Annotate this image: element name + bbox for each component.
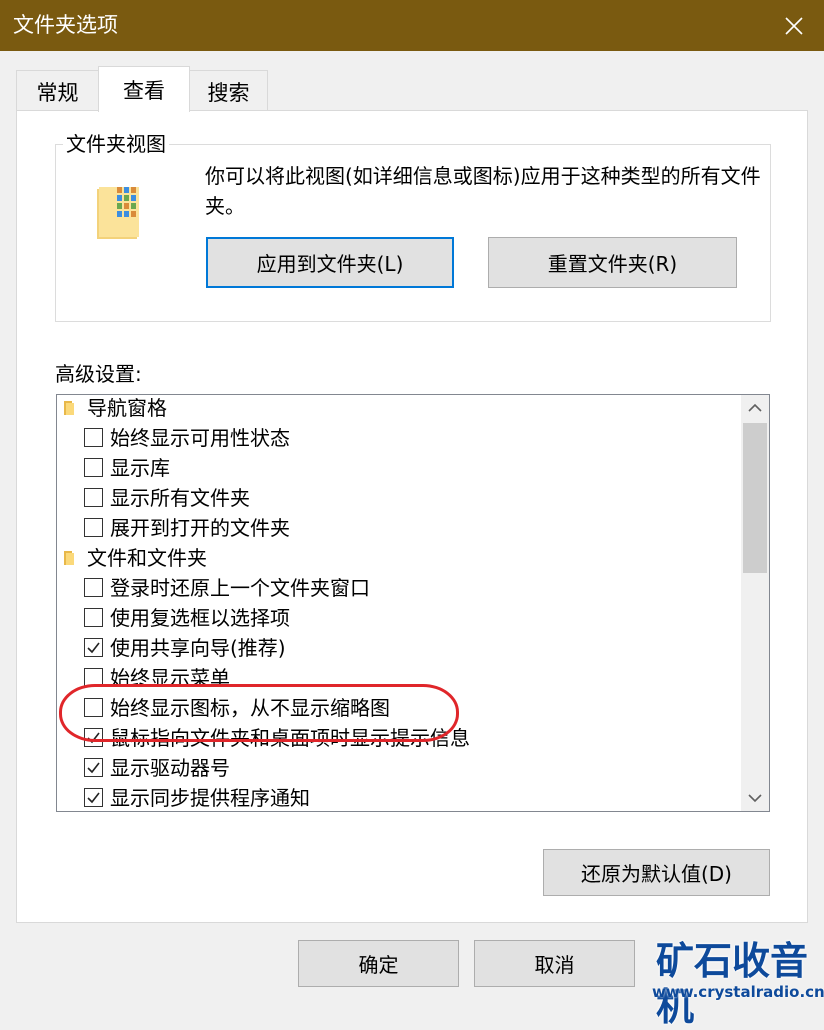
- tree-row-label: 始终显示菜单: [110, 666, 230, 690]
- restore-defaults-button[interactable]: 还原为默认值(D): [543, 849, 770, 896]
- close-button[interactable]: [764, 0, 824, 51]
- scroll-down-button[interactable]: [741, 785, 769, 811]
- tree-checkbox-row[interactable]: 显示库: [57, 453, 737, 483]
- checkbox-unchecked[interactable]: [84, 608, 103, 627]
- folder-view-icon: [97, 187, 139, 239]
- ok-button[interactable]: 确定: [298, 940, 459, 987]
- tab-view[interactable]: 查看: [98, 66, 190, 112]
- tab-general[interactable]: 常规: [16, 70, 99, 112]
- tree-checkbox-row[interactable]: 显示同步提供程序通知: [57, 783, 737, 811]
- cancel-button[interactable]: 取消: [474, 940, 635, 987]
- tree-checkbox-row[interactable]: 始终显示可用性状态: [57, 423, 737, 453]
- tree-checkbox-row[interactable]: 显示驱动器号: [57, 753, 737, 783]
- chevron-up-icon: [748, 403, 762, 412]
- checkmark-icon: [87, 732, 100, 744]
- tree-row-label: 始终显示图标，从不显示缩略图: [110, 696, 390, 720]
- tree-checkbox-row[interactable]: 使用共享向导(推荐): [57, 633, 737, 663]
- checkbox-unchecked[interactable]: [84, 428, 103, 447]
- reset-folders-button[interactable]: 重置文件夹(R): [488, 237, 737, 288]
- folder-views-description: 你可以将此视图(如详细信息或图标)应用于这种类型的所有文件夹。: [205, 164, 761, 218]
- tree-row-label: 使用共享向导(推荐): [110, 636, 286, 660]
- checkbox-unchecked[interactable]: [84, 578, 103, 597]
- checkbox-checked[interactable]: [84, 728, 103, 747]
- title-bar: 文件夹选项: [0, 0, 824, 51]
- checkbox-unchecked[interactable]: [84, 488, 103, 507]
- checkmark-icon: [87, 642, 100, 654]
- tree-row-label: 显示库: [110, 456, 170, 480]
- tree-row-label: 展开到打开的文件夹: [110, 516, 290, 540]
- view-tab-panel: 文件夹视图 你可以将此视图(如详细信息或图标)应用于这种类型的所有文件夹。 应用…: [16, 110, 808, 923]
- apply-to-folders-button[interactable]: 应用到文件夹(L): [206, 237, 454, 288]
- tree-row-label: 导航窗格: [87, 396, 167, 420]
- checkbox-unchecked[interactable]: [84, 458, 103, 477]
- tree-checkbox-row[interactable]: 展开到打开的文件夹: [57, 513, 737, 543]
- folder-icon: [64, 551, 74, 565]
- tree-checkbox-row[interactable]: 显示所有文件夹: [57, 483, 737, 513]
- checkmark-icon: [87, 762, 100, 774]
- folder-icon: [64, 401, 74, 415]
- advanced-settings-label: 高级设置:: [55, 362, 142, 386]
- window-title: 文件夹选项: [13, 13, 118, 37]
- tree-checkbox-row[interactable]: 使用复选框以选择项: [57, 603, 737, 633]
- tab-view-label: 查看: [123, 78, 165, 103]
- folder-views-label: 文件夹视图: [63, 130, 169, 158]
- tree-folder-row: 文件和文件夹: [57, 543, 737, 573]
- advanced-settings-list[interactable]: 导航窗格始终显示可用性状态 显示库显示所有文件夹展开到打开的文件夹文件和文件夹登录…: [56, 394, 770, 812]
- scroll-thumb[interactable]: [743, 423, 767, 573]
- checkbox-unchecked[interactable]: [84, 518, 103, 537]
- tree-folder-row: 导航窗格: [57, 395, 737, 423]
- tab-general-label: 常规: [36, 80, 79, 105]
- tree-checkbox-row[interactable]: 始终显示菜单: [57, 663, 737, 693]
- tree-checkbox-row[interactable]: 鼠标指向文件夹和桌面项时显示提示信息: [57, 723, 737, 753]
- tree-row-label: 登录时还原上一个文件夹窗口: [110, 576, 370, 600]
- tree-row-label: 鼠标指向文件夹和桌面项时显示提示信息: [110, 726, 470, 750]
- close-icon: [785, 16, 803, 35]
- checkbox-checked[interactable]: [84, 788, 103, 807]
- chevron-down-icon: [748, 794, 762, 803]
- tree-checkbox-row[interactable]: 登录时还原上一个文件夹窗口: [57, 573, 737, 603]
- tree-row-label: 文件和文件夹: [87, 546, 207, 570]
- tree-checkbox-row[interactable]: 始终显示图标，从不显示缩略图: [57, 693, 737, 723]
- watermark: 矿石收音机 www.crystalradio.cn: [648, 938, 824, 1029]
- tree-row-label: 始终显示可用性状态: [110, 426, 290, 450]
- tree-row-label: 显示驱动器号: [110, 756, 230, 780]
- tree-row-label: 显示所有文件夹: [110, 486, 250, 510]
- scroll-up-button[interactable]: [741, 395, 769, 421]
- checkbox-unchecked[interactable]: [84, 668, 103, 687]
- checkbox-unchecked[interactable]: [84, 698, 103, 717]
- checkbox-checked[interactable]: [84, 638, 103, 657]
- watermark-url: www.crystalradio.cn: [652, 983, 824, 1001]
- checkbox-checked[interactable]: [84, 758, 103, 777]
- tree-row-label: 使用复选框以选择项: [110, 606, 290, 630]
- tab-search-label: 搜索: [207, 80, 250, 105]
- checkmark-icon: [87, 792, 100, 804]
- tree-row-label: 显示同步提供程序通知: [110, 786, 310, 810]
- vertical-scrollbar[interactable]: [741, 395, 769, 811]
- tab-search[interactable]: 搜索: [189, 70, 268, 112]
